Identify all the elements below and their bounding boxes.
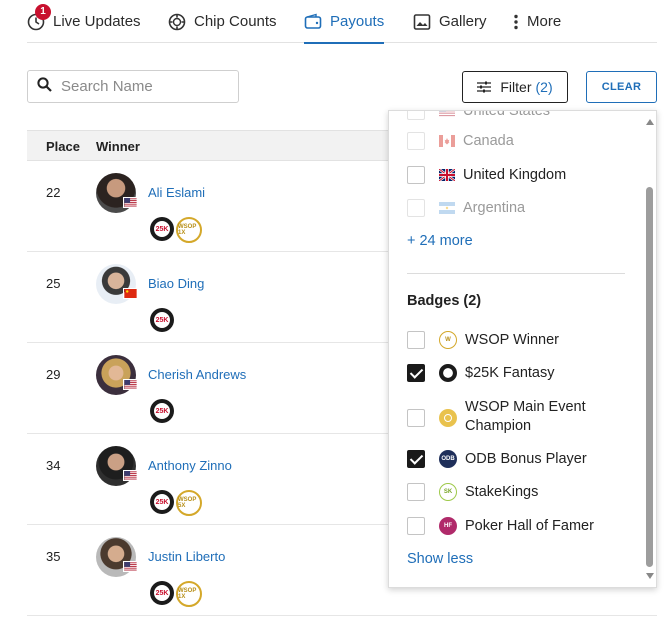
main-event-icon [439,409,457,427]
us-flag-icon [123,561,138,572]
us-flag-icon [439,111,455,117]
tab-label: Payouts [330,13,385,30]
checkbox[interactable] [407,483,425,501]
clear-button[interactable]: CLEAR [586,71,657,103]
country-option-canada[interactable]: Canada [407,132,514,150]
25k-fantasy-badge-icon: 25K [150,217,174,241]
25k-fantasy-badge-icon: 25K [150,581,174,605]
filter-label: Filter [500,79,532,95]
tab-bar: 1 Live Updates Chip Counts Payouts Galle… [27,0,657,44]
wsop-bracelet-badge-icon: WSOP 1X [176,581,202,607]
checkbox[interactable] [407,364,425,382]
tab-gallery[interactable]: Gallery [413,0,487,43]
winner-name-link[interactable]: Ali Eslami [148,185,205,200]
filter-button[interactable]: Filter (2) [462,71,568,103]
tab-live-updates[interactable]: 1 Live Updates [27,0,141,43]
badge-option-wsop-winner[interactable]: W WSOP Winner [407,331,559,349]
hall-of-fame-icon: HF [439,517,457,535]
show-less-link[interactable]: Show less [407,551,473,567]
badge-option-25k-fantasy[interactable]: $25K Fantasy [407,364,554,382]
ar-flag-icon [439,202,455,214]
tab-label: Live Updates [53,13,141,30]
winner-name-link[interactable]: Biao Ding [148,276,204,291]
winner-name-link[interactable]: Justin Liberto [148,549,225,564]
cn-flag-icon [123,288,138,299]
us-flag-icon [123,470,138,481]
tab-label: Chip Counts [194,13,277,30]
stakekings-icon: SK [439,483,457,501]
filter-dropdown[interactable]: United States Canada United Kingdom Arge… [388,110,657,588]
show-more-countries-link[interactable]: + 24 more [407,233,473,249]
filter-count: (2) [535,79,553,95]
place-value: 22 [46,185,61,200]
fantasy-chip-icon [439,364,457,382]
column-header-place: Place [46,139,80,154]
search-icon [37,76,52,97]
badge-option-poker-hall-of-famer[interactable]: HF Poker Hall of Famer [407,517,594,535]
notification-badge: 1 [35,3,51,20]
place-value: 34 [46,458,61,473]
checkbox[interactable] [407,409,425,427]
wsop-winner-icon: W [439,331,457,349]
ca-flag-icon [439,135,455,147]
checkbox[interactable] [407,199,425,217]
wsop-bracelet-badge-icon: WSOP 5X [176,490,202,516]
wallet-icon [304,13,322,31]
image-icon [413,13,431,31]
tab-label: More [527,13,562,30]
checkbox[interactable] [407,111,425,120]
clock-icon: 1 [27,3,51,31]
checkbox[interactable] [407,450,425,468]
dropdown-scrollbar[interactable] [646,119,654,579]
wsop-bracelet-badge-icon: WSOP 1X [176,217,202,243]
tab-payouts[interactable]: Payouts [304,0,385,44]
search-input[interactable] [61,78,221,95]
country-option-united-states[interactable]: United States [407,111,550,120]
checkbox[interactable] [407,517,425,535]
badge-option-stakekings[interactable]: SK StakeKings [407,483,538,501]
tab-more[interactable]: More [511,0,561,43]
badge-option-odb-bonus-player[interactable]: ODB ODB Bonus Player [407,450,587,468]
odb-icon: ODB [439,450,457,468]
vertical-dots-icon [511,13,521,31]
scroll-down-arrow-icon[interactable] [646,573,654,579]
column-header-winner: Winner [96,139,140,154]
country-option-united-kingdom[interactable]: United Kingdom [407,166,566,184]
25k-fantasy-badge-icon: 25K [150,490,174,514]
badges-section-heading: Badges (2) [407,293,482,309]
tab-label: Gallery [439,13,487,30]
badge-option-wsop-main-event-champion[interactable]: WSOP Main Event Champion [407,398,586,436]
checkbox[interactable] [407,132,425,150]
place-value: 35 [46,549,61,564]
place-value: 25 [46,276,61,291]
place-value: 29 [46,367,61,382]
scroll-up-arrow-icon[interactable] [646,119,654,125]
scrollbar-thumb[interactable] [646,187,653,567]
us-flag-icon [123,197,138,208]
country-option-argentina[interactable]: Argentina [407,199,525,217]
25k-fantasy-badge-icon: 25K [150,308,174,332]
us-flag-icon [123,379,138,390]
checkbox[interactable] [407,331,425,349]
poker-chip-icon [168,13,186,31]
gb-flag-icon [439,169,455,181]
winner-name-link[interactable]: Cherish Andrews [148,367,246,382]
checkbox[interactable] [407,166,425,184]
tab-chip-counts[interactable]: Chip Counts [168,0,277,43]
divider [407,273,625,274]
winner-name-link[interactable]: Anthony Zinno [148,458,232,473]
sliders-icon [477,81,492,93]
25k-fantasy-badge-icon: 25K [150,399,174,423]
search-box[interactable] [27,70,239,103]
